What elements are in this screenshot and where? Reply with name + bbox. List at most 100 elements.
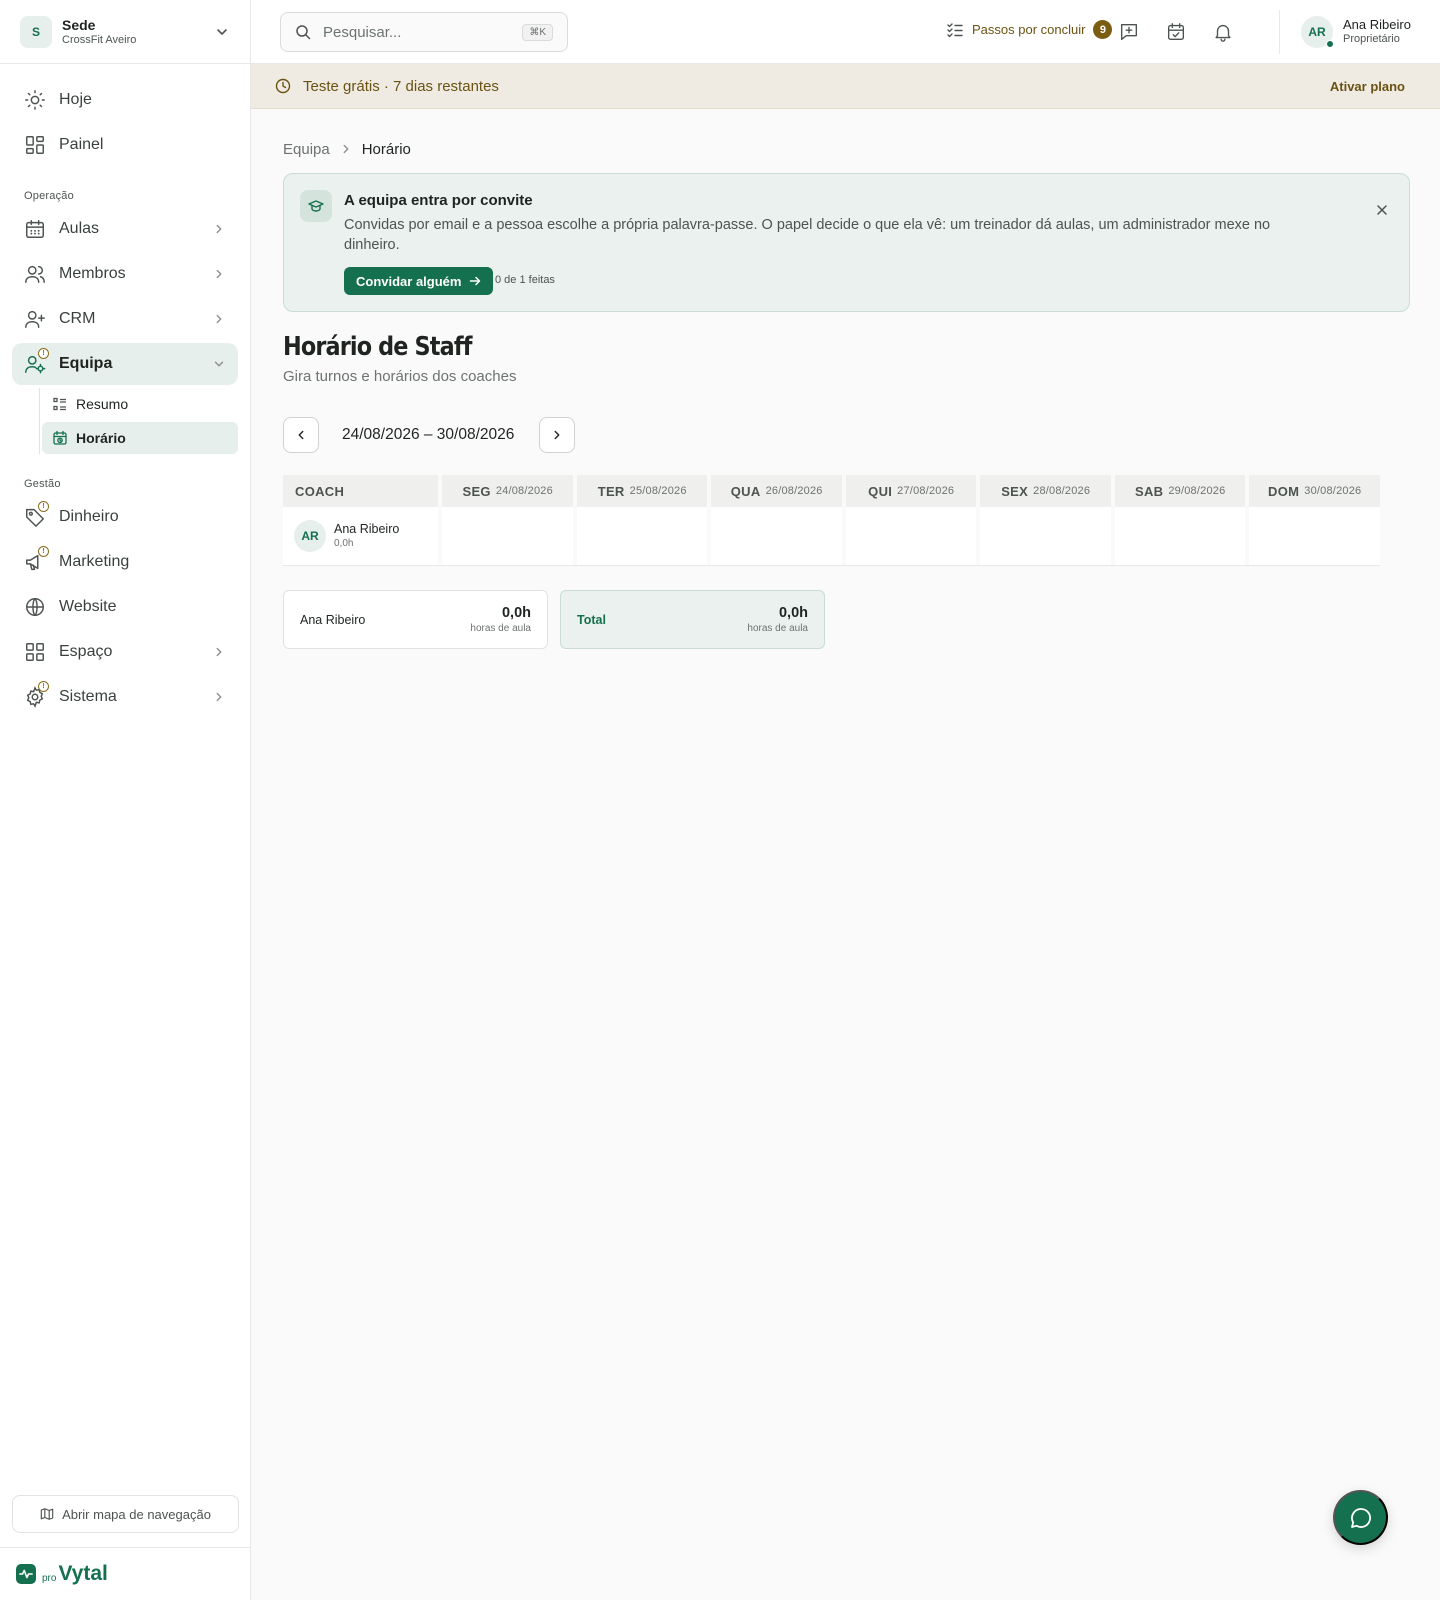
map-icon (40, 1507, 54, 1521)
section-label-gestao: Gestão (24, 478, 61, 490)
warning-badge: ! (38, 546, 49, 557)
coach-text: Ana Ribeiro 0,0h (334, 521, 399, 551)
schedule-day-cell[interactable] (1114, 507, 1250, 565)
globe-icon (24, 596, 46, 618)
brand-pro: pro (42, 1572, 57, 1584)
schedule-day-cell[interactable] (980, 507, 1115, 565)
breadcrumb: Equipa Horário (283, 138, 1410, 160)
hours-card-name: Ana Ribeiro (300, 612, 366, 627)
next-week-button[interactable] (539, 417, 575, 453)
invite-someone-button[interactable]: Convidar alguém (344, 267, 494, 295)
schedule-day-cell[interactable] (442, 507, 577, 565)
org-switcher[interactable]: S Sede CrossFit Aveiro (0, 0, 250, 64)
column-header-day: TER 25/08/2026 (576, 475, 708, 507)
main-content: Equipa Horário A equipa entra por convit… (283, 109, 1410, 649)
team-settings-icon: ! (24, 348, 49, 375)
grid-icon (24, 641, 46, 663)
sidebar-item-label: Dinheiro (59, 508, 119, 525)
sidebar-item-crm[interactable]: CRM (12, 298, 238, 340)
day-name: SEX (1001, 483, 1029, 499)
search-input[interactable] (323, 23, 523, 41)
message-plus-icon[interactable] (1118, 21, 1140, 43)
user-name: Ana Ribeiro (1343, 17, 1411, 32)
pending-steps-count: 9 (1093, 20, 1113, 39)
column-header-day: QUI 27/08/2026 (845, 475, 977, 507)
clock-icon (275, 78, 291, 94)
sidebar-item-website[interactable]: Website (12, 586, 238, 628)
org-subtitle: CrossFit Aveiro (62, 33, 137, 46)
sidebar-item-label: Website (59, 598, 117, 615)
subnav-item-horario[interactable]: Horário (42, 422, 238, 454)
calendar-check-icon[interactable] (1165, 21, 1187, 43)
column-header-day: QUA 26/08/2026 (711, 475, 842, 507)
search-shortcut: ⌘K (522, 23, 553, 41)
hours-card-number: 0,0h (778, 604, 808, 621)
open-nav-map-button[interactable]: Abrir mapa de navegação (12, 1495, 239, 1533)
dashboard-icon (24, 134, 46, 156)
search-icon (295, 24, 311, 40)
page-title: Horário de Staff (283, 332, 472, 362)
org-text: Sede CrossFit Aveiro (62, 17, 214, 47)
sidebar-item-aulas[interactable]: Aulas (12, 208, 238, 250)
schedule-day-cell[interactable] (1249, 507, 1380, 565)
breadcrumb-current: Horário (361, 140, 411, 158)
schedule-day-cell[interactable] (576, 507, 712, 565)
day-name: QUA (730, 483, 761, 499)
sidebar-item-label: Hoje (59, 91, 92, 108)
sidebar: S Sede CrossFit Aveiro Hoje Painel Opera… (0, 0, 251, 1600)
info-card-progress: 0 de 1 feitas (495, 274, 555, 286)
sidebar-item-label: Marketing (59, 553, 130, 570)
sidebar-item-marketing[interactable]: ! Marketing (12, 541, 238, 583)
coach-name: Ana Ribeiro (334, 522, 400, 536)
day-name: SEG (462, 483, 491, 499)
breadcrumb-parent[interactable]: Equipa (283, 141, 330, 158)
coach-hours: 0,0h (334, 538, 354, 549)
coach-hours-card: Ana Ribeiro 0,0h horas de aula (283, 590, 548, 649)
avatar: AR (1301, 16, 1334, 48)
sidebar-item-hoje[interactable]: Hoje (12, 79, 238, 121)
equipa-subnav: Resumo Horário (39, 388, 238, 454)
warning-badge: ! (38, 681, 49, 692)
sidebar-item-dinheiro[interactable]: ! Dinheiro (12, 496, 238, 538)
chevron-right-icon (212, 690, 226, 704)
schedule-day-cell[interactable] (845, 507, 981, 565)
day-name: DOM (1268, 483, 1300, 499)
warning-badge: ! (38, 348, 49, 359)
info-card-body: Convidas por email e a pessoa escolhe a … (344, 217, 1271, 253)
sidebar-item-sistema[interactable]: ! Sistema (12, 676, 238, 718)
sidebar-item-equipa[interactable]: ! Equipa (12, 343, 238, 385)
sidebar-item-label: Aulas (59, 220, 100, 237)
org-name: Sede (62, 16, 96, 33)
hours-card-value: 0,0h horas de aula (470, 604, 531, 636)
previous-week-button[interactable] (283, 417, 319, 453)
schedule-day-cell[interactable] (711, 507, 846, 565)
chat-support-button[interactable] (1333, 1490, 1388, 1545)
bell-icon[interactable] (1212, 21, 1234, 43)
user-menu[interactable]: AR Ana Ribeiro Proprietário (1301, 16, 1411, 48)
week-range: 24/08/2026 – 30/08/2026 (342, 426, 515, 443)
column-header-day: DOM 30/08/2026 (1249, 475, 1380, 507)
activate-plan-link[interactable]: Ativar plano (1330, 79, 1405, 94)
sidebar-item-label: Equipa (59, 355, 113, 372)
avatar: AR (294, 520, 326, 552)
sidebar-item-label: Sistema (59, 688, 117, 705)
info-card-title: A equipa entra por convite (344, 192, 533, 209)
online-indicator (1326, 40, 1334, 48)
avatar-initials: AR (1308, 25, 1326, 39)
search-box[interactable]: ⌘K (280, 12, 568, 52)
brand-logo: pro Vytal (0, 1547, 251, 1600)
sidebar-item-membros[interactable]: Membros (12, 253, 238, 295)
page-subtitle: Gira turnos e horários dos coaches (283, 368, 517, 385)
sidebar-item-painel[interactable]: Painel (12, 124, 238, 166)
calendar-icon (24, 218, 46, 240)
subnav-item-resumo[interactable]: Resumo (42, 388, 238, 420)
tag-icon: ! (24, 501, 49, 528)
hours-card-name: Total (577, 612, 606, 627)
day-date: 30/08/2026 (1304, 485, 1362, 497)
sidebar-nav: Hoje Painel Operação Aulas Membros CRM !… (0, 64, 250, 718)
invite-info-card: A equipa entra por convite Convidas por … (283, 173, 1410, 312)
pending-steps-label: Passos por concluir (972, 22, 1086, 37)
sidebar-item-espaco[interactable]: Espaço (12, 631, 238, 673)
close-icon[interactable] (1373, 201, 1391, 219)
pending-steps-button[interactable]: Passos por concluir 9 (946, 20, 1113, 39)
